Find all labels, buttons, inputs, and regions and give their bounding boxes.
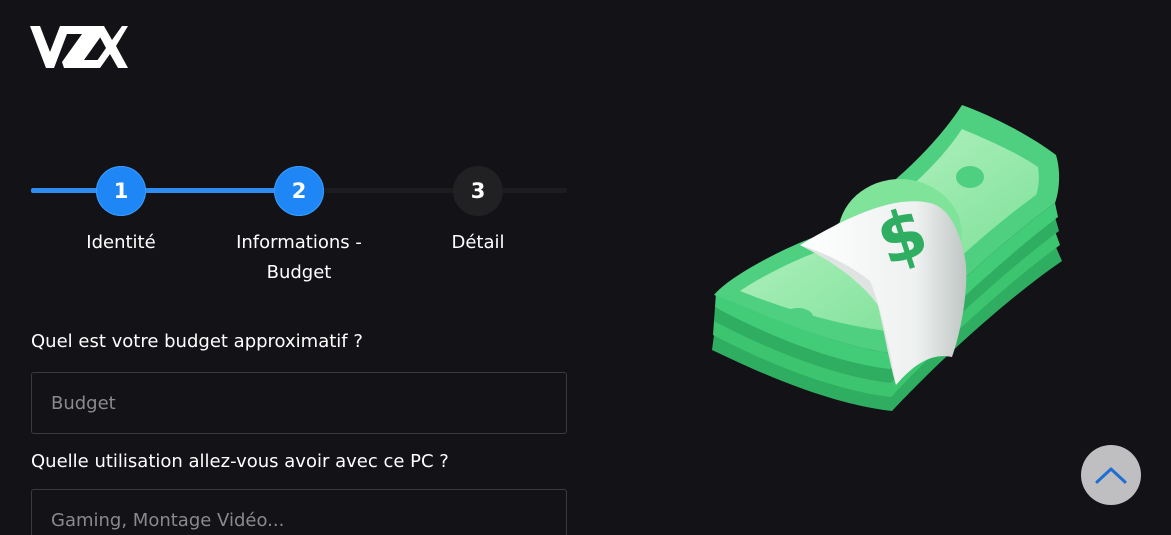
page: 1 Identité 2 Informations - Budget 3 Dét… <box>0 0 1171 535</box>
step-3-label: Détail <box>451 232 505 253</box>
vzx-logo[interactable] <box>30 22 128 70</box>
step-1[interactable]: 1 Identité <box>41 166 201 258</box>
step-3-circle: 3 <box>453 166 503 216</box>
step-2-circle: 2 <box>274 166 324 216</box>
budget-input[interactable] <box>31 372 567 434</box>
step-2[interactable]: 2 Informations - Budget <box>219 166 379 288</box>
scroll-to-top-button[interactable] <box>1081 445 1141 505</box>
step-1-label: Identité <box>86 232 156 253</box>
budget-question: Quel est votre budget approximatif ? <box>31 331 363 352</box>
chevron-up-icon <box>1095 467 1127 484</box>
step-2-label: Informations - Budget <box>236 232 362 283</box>
step-3[interactable]: 3 Détail <box>398 166 558 258</box>
usage-question: Quelle utilisation allez-vous avoir avec… <box>31 451 449 472</box>
progress-stepper: 1 Identité 2 Informations - Budget 3 Dét… <box>31 166 567 296</box>
money-stack-illustration: $ <box>712 105 1062 411</box>
usage-input[interactable] <box>31 489 567 535</box>
step-1-circle: 1 <box>96 166 146 216</box>
